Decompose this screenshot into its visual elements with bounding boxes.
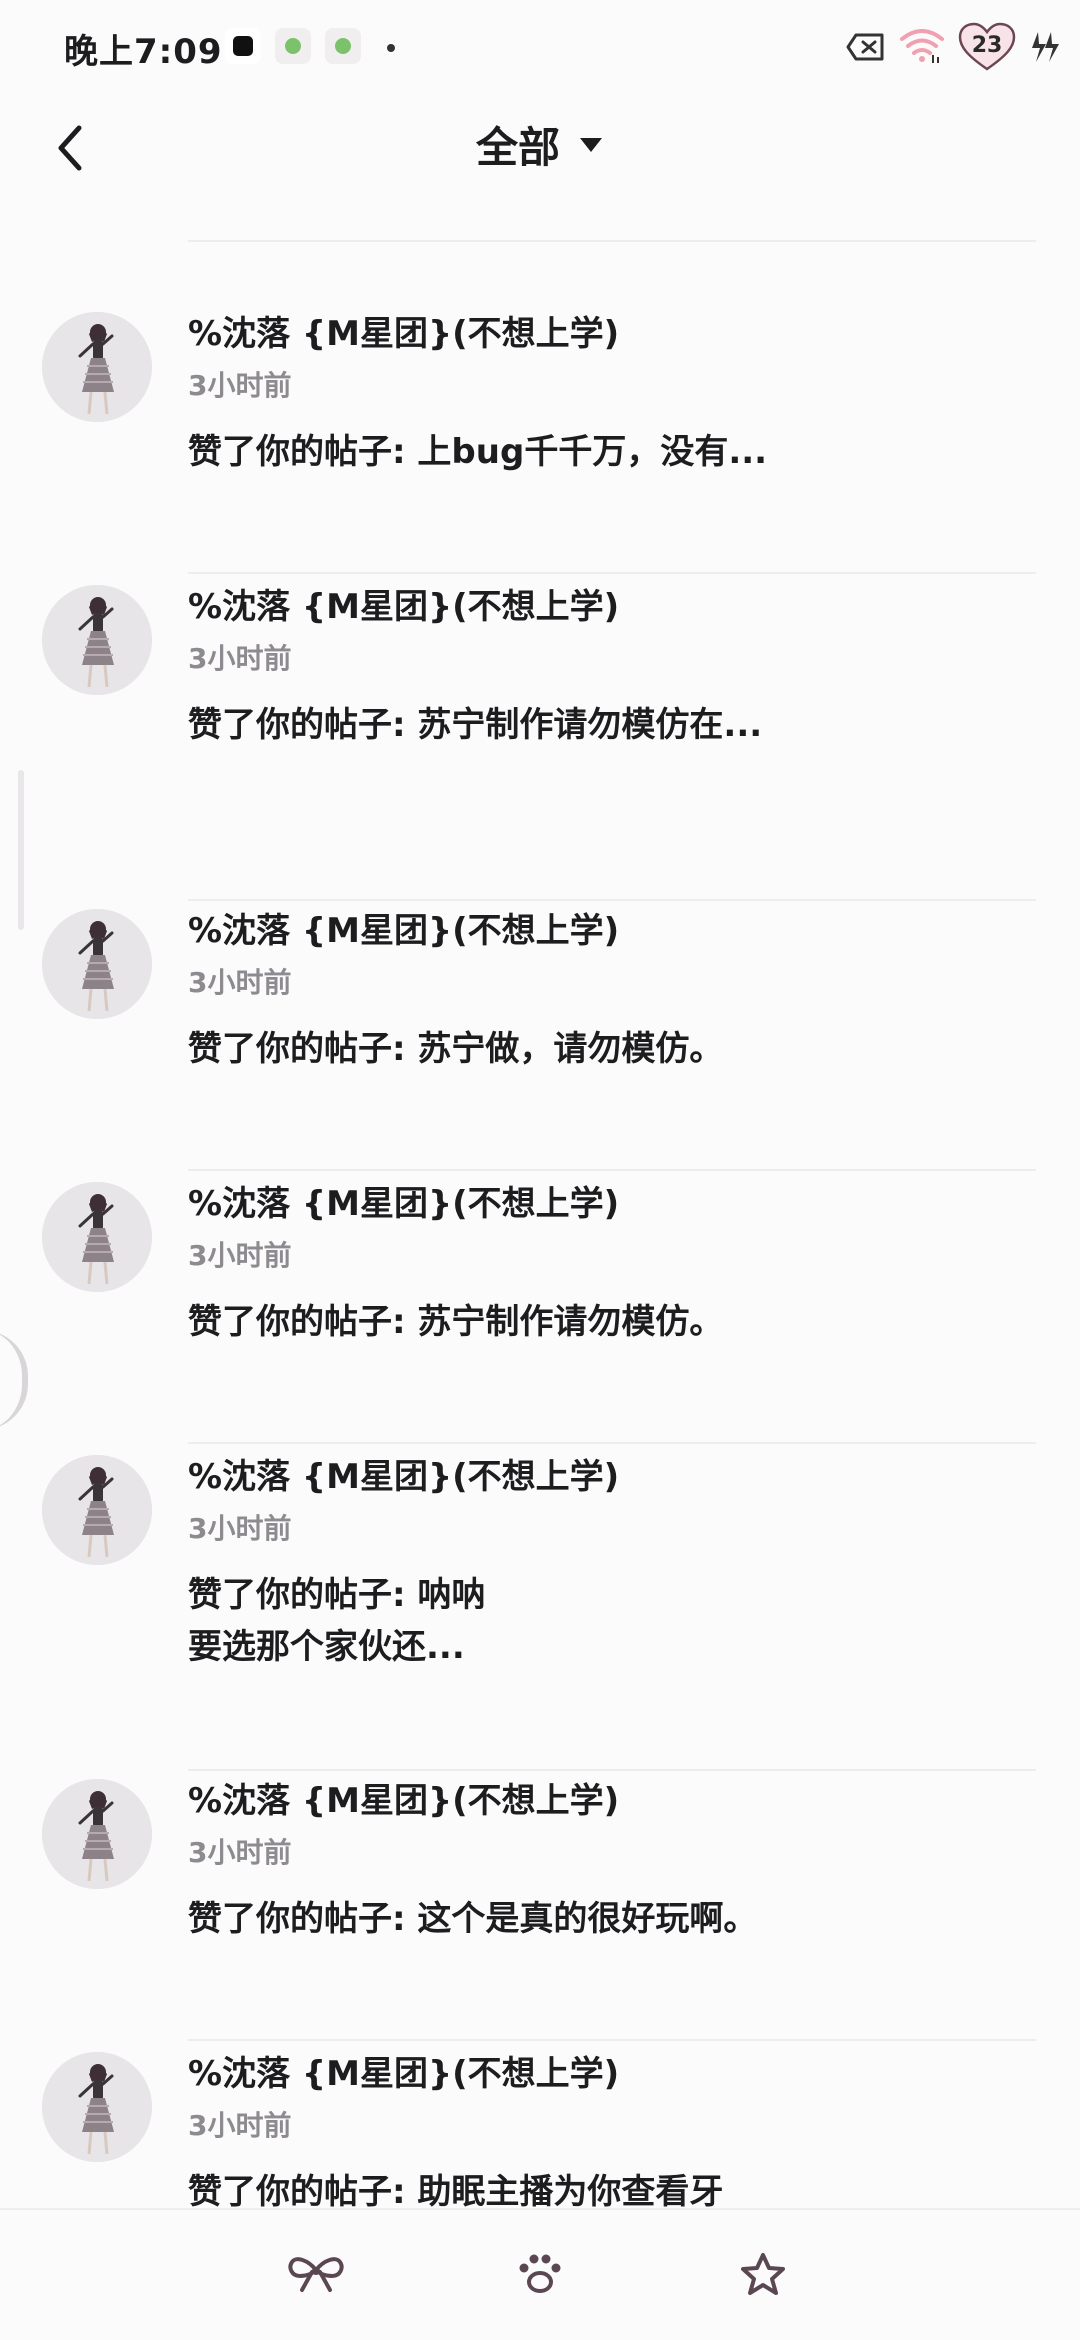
sim-off-icon	[846, 32, 886, 62]
star-icon	[741, 2253, 785, 2295]
more-notifications-dot-icon	[387, 44, 395, 52]
notification-screen: 晚上7:09 23 全部 %沈落 {M星团}(不想上学) 3小时前 赞了你的帖子…	[0, 0, 1080, 2340]
battery-icon: 23	[958, 22, 1016, 72]
timestamp: 3小时前	[188, 369, 292, 402]
timestamp: 3小时前	[188, 642, 292, 675]
edge-gesture-handle	[18, 770, 24, 930]
timestamp: 3小时前	[188, 1512, 292, 1545]
battery-level: 23	[971, 33, 1003, 58]
avatar-figure	[42, 585, 152, 695]
nav-tab-bow[interactable]	[281, 2244, 351, 2304]
notification-message: 赞了你的帖子: 这个是真的很好玩啊。	[188, 1899, 758, 1939]
avatar[interactable]	[42, 2052, 152, 2162]
status-bar: 晚上7:09 23	[0, 0, 1080, 92]
divider	[188, 572, 1036, 574]
timestamp: 3小时前	[188, 1836, 292, 1869]
avatar[interactable]	[42, 312, 152, 422]
divider	[188, 1769, 1036, 1771]
divider	[188, 1442, 1036, 1444]
status-right-group: 23	[846, 22, 1060, 72]
username[interactable]: %沈落 {M星团}(不想上学)	[188, 2052, 1036, 2096]
divider	[188, 1169, 1036, 1171]
paw-icon	[519, 2254, 561, 2293]
top-navigation-bar: 全部	[0, 92, 1080, 222]
username[interactable]: %沈落 {M星团}(不想上学)	[188, 1455, 1036, 1499]
username[interactable]: %沈落 {M星团}(不想上学)	[188, 1779, 1036, 1823]
nav-tab-star[interactable]	[728, 2244, 798, 2304]
timestamp: 3小时前	[188, 966, 292, 999]
divider	[188, 2039, 1036, 2041]
page-title: 全部	[475, 123, 560, 172]
username[interactable]: %沈落 {M星团}(不想上学)	[188, 909, 1036, 953]
username[interactable]: %沈落 {M星团}(不想上学)	[188, 1182, 1036, 1226]
tiktok-icon	[225, 28, 261, 64]
avatar[interactable]	[42, 1455, 152, 1565]
avatar[interactable]	[42, 1779, 152, 1889]
notification-content: %沈落 {M星团}(不想上学) 3小时前 赞了你的帖子: 这个是真的很好玩啊。	[188, 1779, 1036, 1945]
wifi-icon	[900, 29, 944, 65]
timestamp: 3小时前	[188, 2109, 292, 2142]
notification-message: 赞了你的帖子: 呐呐 要选那个家伙还...	[188, 1575, 486, 1667]
notification-message: 赞了你的帖子: 苏宁制作请勿模仿在...	[188, 705, 763, 745]
username[interactable]: %沈落 {M星团}(不想上学)	[188, 312, 1036, 356]
charging-icon	[1030, 30, 1060, 64]
avatar-figure	[42, 312, 152, 422]
notification-content: %沈落 {M星团}(不想上学) 3小时前 赞了你的帖子: 苏宁制作请勿模仿在..…	[188, 585, 1036, 751]
nav-tab-paw[interactable]	[505, 2244, 575, 2304]
divider	[188, 899, 1036, 901]
wechat-icon	[325, 28, 361, 64]
username[interactable]: %沈落 {M星团}(不想上学)	[188, 585, 1036, 629]
avatar-figure	[42, 1455, 152, 1565]
divider	[188, 240, 1036, 242]
avatar-figure	[42, 1779, 152, 1889]
caret-down-icon	[580, 137, 602, 152]
bottom-navigation	[0, 2208, 1080, 2340]
notification-content: %沈落 {M星团}(不想上学) 3小时前 赞了你的帖子: 苏宁做，请勿模仿。	[188, 909, 1036, 1075]
avatar-figure	[42, 1182, 152, 1292]
filter-dropdown[interactable]: 全部	[0, 114, 1080, 175]
notification-content: %沈落 {M星团}(不想上学) 3小时前 赞了你的帖子: 上bug千千万，没有.…	[188, 312, 1036, 478]
timestamp: 3小时前	[188, 1239, 292, 1272]
avatar-figure	[42, 909, 152, 1019]
notification-content: %沈落 {M星团}(不想上学) 3小时前 赞了你的帖子: 助眠主播为你查看牙齿.…	[188, 2052, 1036, 2210]
notification-content: %沈落 {M星团}(不想上学) 3小时前 赞了你的帖子: 苏宁制作请勿模仿。	[188, 1182, 1036, 1348]
notification-message: 赞了你的帖子: 苏宁做，请勿模仿。	[188, 1029, 724, 1069]
bow-icon	[288, 2257, 344, 2292]
wechat-icon	[275, 28, 311, 64]
status-time: 晚上7:09	[64, 32, 223, 72]
notification-message: 赞了你的帖子: 上bug千千万，没有...	[188, 432, 768, 472]
avatar-figure	[42, 2052, 152, 2162]
notification-message: 赞了你的帖子: 助眠主播为你查看牙齿...	[188, 2172, 724, 2210]
avatar[interactable]	[42, 1182, 152, 1292]
avatar[interactable]	[42, 585, 152, 695]
notification-message: 赞了你的帖子: 苏宁制作请勿模仿。	[188, 1302, 724, 1342]
avatar[interactable]	[42, 909, 152, 1019]
notification-list[interactable]: %沈落 {M星团}(不想上学) 3小时前 赞了你的帖子: 上bug千千万，没有.…	[0, 222, 1080, 2210]
notification-content: %沈落 {M星团}(不想上学) 3小时前 赞了你的帖子: 呐呐 要选那个家伙还..…	[188, 1455, 1036, 1673]
